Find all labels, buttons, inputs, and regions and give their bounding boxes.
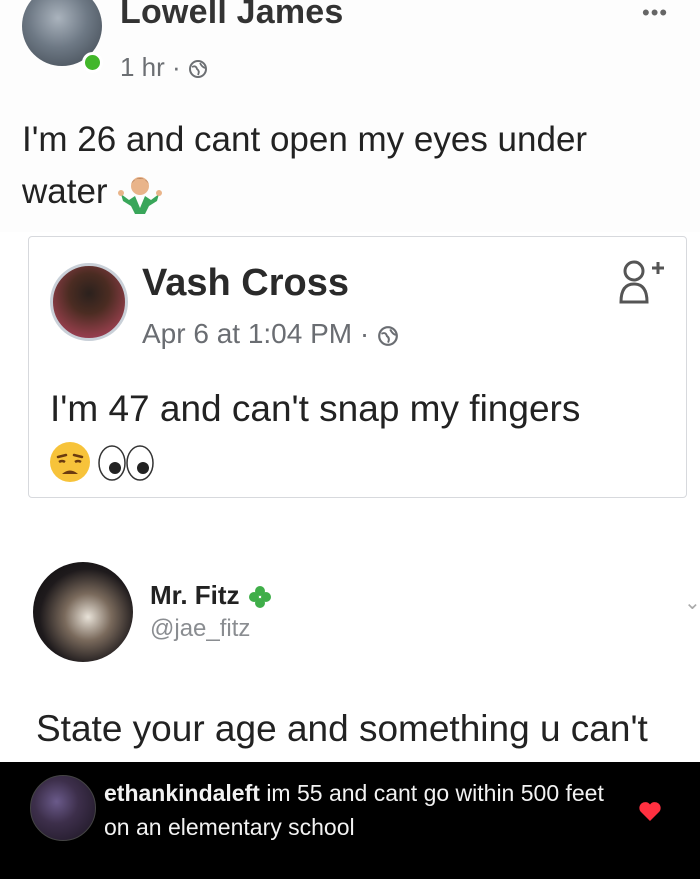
post-time[interactable]: 1 hr — [120, 52, 165, 82]
globe-icon — [378, 325, 398, 346]
shared-post-meta: Apr 6 at 1:04 PM · — [142, 318, 399, 350]
globe-icon — [188, 60, 207, 79]
tweet-author-container: Mr. Fitz — [150, 580, 273, 611]
tweet-text: State your age and something u can't — [36, 708, 648, 749]
online-status-dot — [82, 52, 103, 73]
tweet-avatar[interactable] — [33, 562, 133, 662]
weary-emoji — [50, 442, 90, 482]
four-leaf-clover-icon — [248, 586, 271, 609]
comment-username[interactable]: ethankindaleft — [104, 780, 260, 806]
eyes-emoji — [98, 445, 154, 481]
comment-avatar[interactable] — [30, 775, 96, 841]
post-author-name[interactable]: Lowell James — [120, 0, 344, 32]
comment: ethankindaleft im 55 and cant go within … — [104, 776, 624, 844]
post-text-line-1: I'm 26 and cant open my eyes under — [22, 120, 588, 159]
add-friend-icon[interactable] — [618, 258, 666, 304]
tweet-handle[interactable]: @jae_fitz — [150, 615, 250, 643]
shared-post-time[interactable]: Apr 6 at 1:04 PM — [142, 318, 352, 349]
shared-post-text: I'm 47 and can't snap my fingers — [50, 388, 581, 429]
meta-separator: · — [359, 318, 370, 349]
post-text-line-2-container: water — [22, 172, 163, 214]
facebook-post: Lowell James 1 hr · ••• I'm 26 and cant … — [0, 0, 700, 232]
tweet-author-name[interactable]: Mr. Fitz — [150, 580, 240, 610]
more-options-button[interactable]: ••• — [642, 0, 668, 26]
chevron-down-icon[interactable]: ⌄ — [684, 590, 700, 615]
meta-separator: · — [172, 52, 181, 82]
post-text-line-2: water — [22, 172, 108, 211]
heart-icon[interactable] — [638, 800, 662, 822]
shrug-emoji — [118, 176, 163, 214]
post-meta: 1 hr · — [120, 52, 208, 83]
shared-post-author-name[interactable]: Vash Cross — [142, 262, 349, 305]
shared-post-avatar[interactable] — [50, 263, 128, 341]
